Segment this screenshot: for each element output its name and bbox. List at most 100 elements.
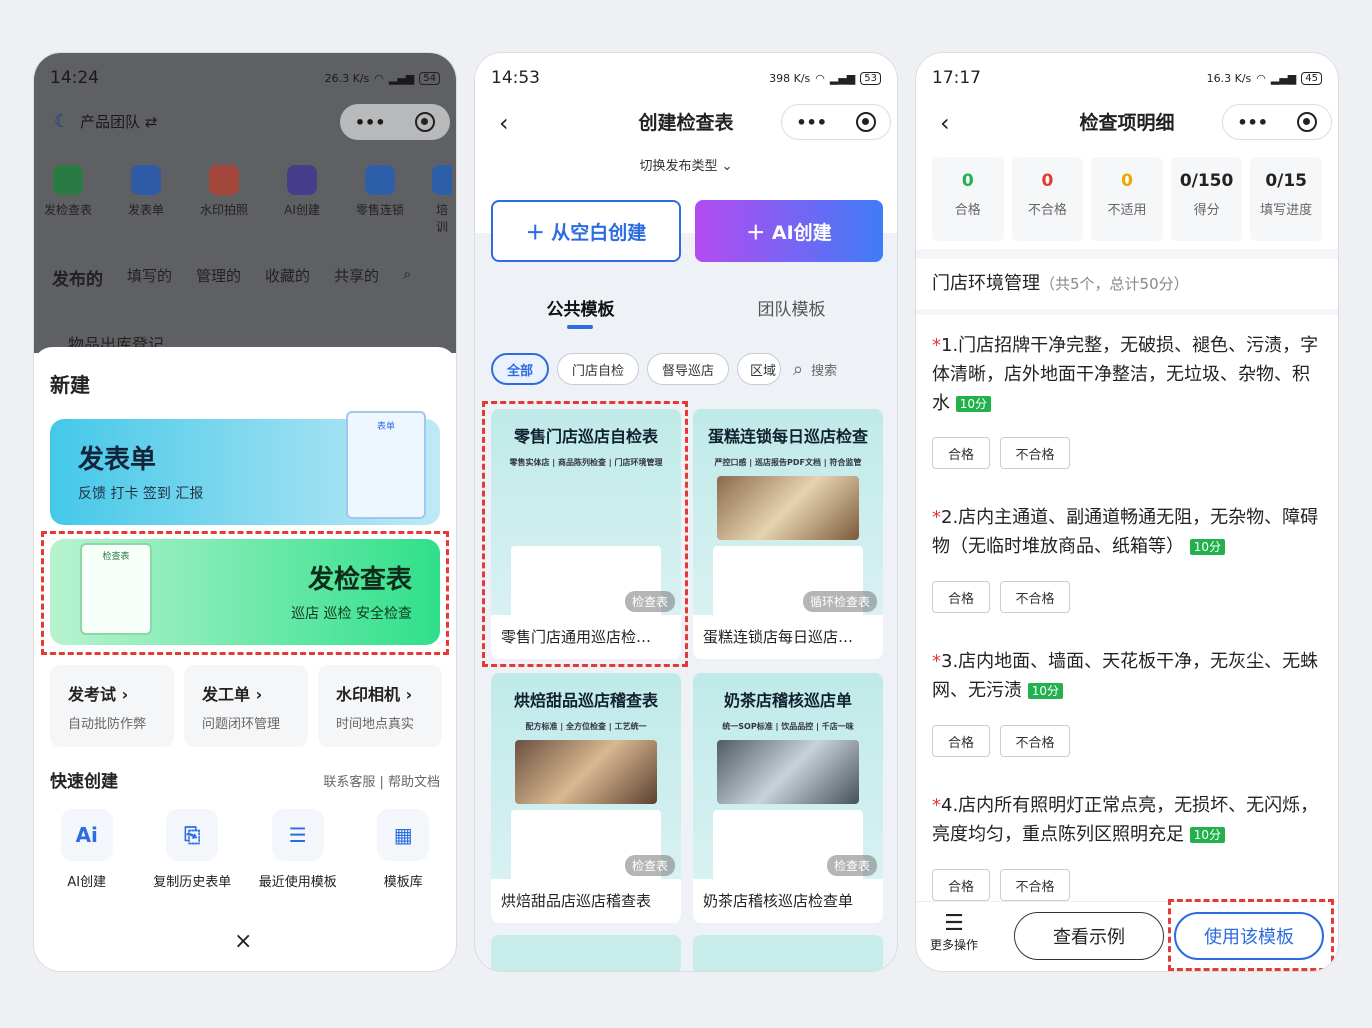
team-switcher[interactable]: ☾ 产品团队 ⇄: [54, 111, 157, 132]
mini-program-capsule[interactable]: •••: [340, 104, 450, 140]
app-checklist[interactable]: 发检查表: [42, 165, 94, 235]
check-item: *2.店内主通道、副通道畅通无阻，无杂物、障碍物（无临时堆放商品、纸箱等） 10…: [932, 507, 1319, 557]
score-stats: 0 合格 0 不合格 0 不适用 0/150 得分 0/15 填写进度: [916, 149, 1338, 249]
more-icon[interactable]: •••: [1237, 113, 1268, 132]
close-icon[interactable]: ×: [234, 929, 252, 954]
template-card[interactable]: 蛋糕连锁每日巡店检查 严控口感 | 巡店报告PDF文档 | 符合监管 循环检查表…: [693, 409, 883, 659]
watermark-camera-card[interactable]: 水印相机 › 时间地点真实: [318, 665, 442, 747]
template-tag: 检查表: [826, 855, 877, 876]
template-card[interactable]: 奶茶店稽核巡店单 统一SOP标准 | 饮品品控 | 千店一味 检查表 奶茶店稽核…: [693, 673, 883, 923]
pass-button[interactable]: 合格: [932, 581, 990, 613]
search-box[interactable]: ⌕ 搜索: [793, 359, 837, 380]
quick-copy-history[interactable]: ⎘ 复制历史表单: [142, 809, 242, 890]
fail-button[interactable]: 不合格: [1000, 725, 1070, 757]
tab-published[interactable]: 发布的: [52, 265, 103, 290]
network-speed: 26.3 K/s: [324, 71, 370, 85]
tab-shared[interactable]: 共享的: [334, 265, 379, 290]
quick-create-title: 快速创建: [50, 772, 118, 792]
highlight-box: [1168, 899, 1334, 971]
filter-chips: 全部 门店自检 督导巡店 区域 ⌕ 搜索: [491, 353, 837, 385]
template-card[interactable]: 烘焙甜品巡店稽查表 配方标准 | 全方位检查 | 工艺统一 检查表 烘焙甜品店巡…: [491, 673, 681, 923]
signal-icon: ▂▄▆: [388, 71, 415, 85]
check-item: *3.店内地面、墙面、天花板干净，无灰尘、无蛛网、无污渍 10分: [932, 651, 1319, 701]
pass-button[interactable]: 合格: [932, 437, 990, 469]
search-icon[interactable]: ⌕: [403, 265, 411, 290]
chip-supervisor[interactable]: 督导巡店: [647, 353, 730, 385]
close-program-icon[interactable]: [855, 112, 876, 132]
exam-card[interactable]: 发考试 › 自动批防作弊: [50, 665, 174, 747]
back-icon[interactable]: ‹: [940, 103, 950, 143]
app-form[interactable]: 发表单: [120, 165, 172, 235]
more-icon[interactable]: •••: [355, 113, 386, 132]
more-actions[interactable]: ☰ 更多操作: [930, 912, 978, 953]
wifi-icon: ◠: [374, 71, 384, 85]
list-tabs: 发布的 填写的 管理的 收藏的 共享的 ⌕: [52, 265, 411, 290]
tab-team-templates[interactable]: 团队模板: [686, 295, 897, 320]
wifi-icon: ◠: [1256, 71, 1266, 85]
mini-program-capsule[interactable]: •••: [1222, 104, 1332, 140]
stat-fail: 0 不合格: [1011, 157, 1084, 241]
status-time: 14:24: [50, 68, 99, 88]
pass-button[interactable]: 合格: [932, 725, 990, 757]
answer-options: 合格 不合格: [932, 581, 1070, 613]
points-badge: 10分: [1027, 683, 1064, 699]
app-watermark[interactable]: 水印拍照: [198, 165, 250, 235]
tab-filled[interactable]: 填写的: [127, 265, 172, 290]
search-icon: ⌕: [793, 358, 804, 380]
mini-program-capsule[interactable]: •••: [781, 104, 891, 140]
quick-template-library[interactable]: ▦ 模板库: [353, 809, 453, 890]
battery-icon: 54: [419, 71, 440, 85]
chip-self-check[interactable]: 门店自检: [557, 353, 640, 385]
fail-button[interactable]: 不合格: [1000, 437, 1070, 469]
status-bar: 14:53 398 K/s ◠ ▂▄▆ 53: [475, 53, 897, 103]
app-retail[interactable]: 零售连锁: [354, 165, 406, 235]
more-icon[interactable]: •••: [796, 113, 827, 132]
clipboard-illustration: 表单: [346, 411, 426, 519]
create-form-card[interactable]: 发表单 反馈 打卡 签到 汇报 表单: [50, 411, 440, 525]
switch-publish-type[interactable]: 切换发布类型 ⌄: [475, 155, 897, 174]
battery-icon: 45: [1301, 71, 1322, 85]
stat-pass: 0 合格: [932, 157, 1004, 241]
close-program-icon[interactable]: [415, 112, 436, 132]
page-title: 创建检查表: [638, 112, 734, 134]
answer-options: 合格 不合格: [932, 869, 1070, 901]
app-ai[interactable]: AI创建: [276, 165, 328, 235]
section-header: 门店环境管理（共5个，总计50分）: [916, 259, 1338, 309]
section-meta: （共5个，总计50分）: [1040, 275, 1189, 293]
check-item: *4.店内所有照明灯正常点亮，无损坏、无闪烁，亮度均匀，重点陈列区照明充足 10…: [932, 795, 1319, 845]
camera-icon: [209, 165, 239, 195]
stat-progress: 0/15 填写进度: [1250, 157, 1322, 241]
chip-all[interactable]: 全部: [491, 353, 550, 385]
pass-button[interactable]: 合格: [932, 869, 990, 901]
phone-check-items: 17:17 16.3 K/s ◠ ▂▄▆ 45 ‹ 检查项明细 ••• 0 合格 0 不合格…: [915, 52, 1339, 972]
back-icon[interactable]: ‹: [499, 103, 509, 143]
points-badge: 10分: [1189, 539, 1226, 555]
status-bar: 14:24 26.3 K/s ◠ ▂▄▆ 54: [34, 53, 456, 103]
preview-sheet: [713, 810, 863, 890]
tab-favorites[interactable]: 收藏的: [265, 265, 310, 290]
create-blank-button[interactable]: ＋ 从空白创建: [491, 200, 681, 262]
help-links[interactable]: 联系客服 | 帮助文档: [323, 771, 440, 790]
template-tag: 检查表: [624, 855, 675, 876]
workorder-card[interactable]: 发工单 › 问题闭环管理: [184, 665, 308, 747]
answer-options: 合格 不合格: [932, 437, 1070, 469]
quick-ai-create[interactable]: Ai AI创建: [37, 809, 137, 890]
tab-managed[interactable]: 管理的: [196, 265, 241, 290]
fail-button[interactable]: 不合格: [1000, 869, 1070, 901]
menu-icon: ☰: [944, 911, 964, 936]
fail-button[interactable]: 不合格: [1000, 581, 1070, 613]
training-icon: [432, 165, 452, 195]
store-photo: [515, 740, 657, 804]
section-title: 门店环境管理: [932, 273, 1040, 294]
quick-recent-template[interactable]: ☰ 最近使用模板: [248, 809, 348, 890]
tab-public-templates[interactable]: 公共模板: [475, 295, 686, 320]
checklist-icon: [53, 165, 83, 195]
template-tag: 循环检查表: [802, 591, 877, 612]
view-example-button[interactable]: 查看示例: [1014, 912, 1164, 960]
close-program-icon[interactable]: [1296, 112, 1317, 132]
status-bar: 17:17 16.3 K/s ◠ ▂▄▆ 45: [916, 53, 1338, 103]
answer-options: 合格 不合格: [932, 725, 1070, 757]
chip-region[interactable]: 区域: [737, 353, 782, 385]
ai-create-button[interactable]: ＋ AI创建: [695, 200, 883, 262]
app-training[interactable]: 培训: [432, 165, 452, 235]
